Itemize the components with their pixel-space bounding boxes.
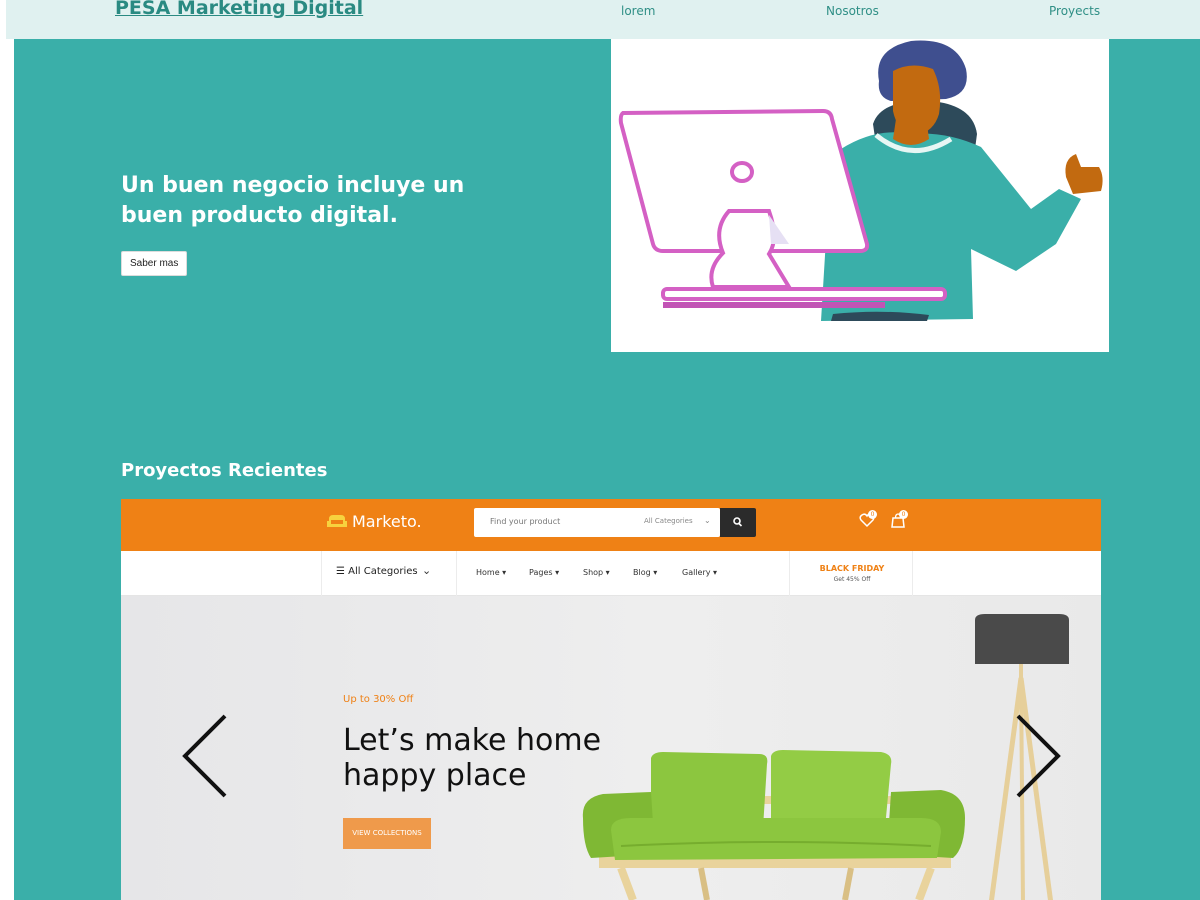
promo-subtitle: Get 45% Off — [833, 576, 871, 583]
nav-link-nosotros[interactable]: Nosotros — [826, 4, 879, 18]
marketo-menu-shop[interactable]: Shop ▾ — [583, 568, 610, 577]
menu-list-icon: ☰ — [336, 566, 349, 577]
marketo-search-placeholder: Find your product — [490, 517, 561, 526]
arrow-right-icon[interactable] — [1014, 714, 1062, 798]
saber-mas-button[interactable]: Saber mas — [121, 251, 188, 276]
green-sofa-image — [582, 750, 965, 900]
black-friday-promo[interactable]: BLACK FRIDAY Get 45% Off — [789, 551, 913, 596]
chevron-down-icon: ⌄ — [422, 564, 432, 577]
person-at-computer-illustration — [618, 40, 1103, 321]
marketo-search-button[interactable] — [720, 508, 756, 537]
marketo-nav: ☰ All Categories ⌄ Home ▾ Pages ▾ Shop ▾… — [121, 551, 1101, 596]
marketo-menu-pages[interactable]: Pages ▾ — [529, 568, 559, 577]
hero-title: Un buen negocio incluye un buen producto… — [121, 173, 465, 228]
marketo-cart[interactable]: 0 — [890, 510, 908, 532]
chevron-down-icon: ⌄ — [704, 516, 711, 525]
wishlist-count: 0 — [868, 510, 877, 519]
offer-text: Up to 30% Off — [343, 694, 414, 705]
marketo-wishlist[interactable]: 0 — [859, 510, 877, 532]
nav-link-lorem[interactable]: lorem — [621, 4, 655, 18]
nav-link-proyects[interactable]: Proyects — [1049, 4, 1100, 18]
projects-heading: Proyectos Recientes — [121, 460, 328, 481]
sofa-logo-icon — [326, 513, 348, 533]
marketo-menu-home[interactable]: Home ▾ — [476, 568, 506, 577]
all-categories-label: ☰ All Categories — [336, 566, 418, 577]
marketo-all-categories[interactable]: ☰ All Categories ⌄ — [321, 551, 457, 596]
marketo-logo[interactable]: Marketo. — [326, 512, 422, 533]
top-navigation: PESA Marketing Digital lorem Nosotros Pr… — [6, 0, 1200, 39]
marketo-search-input[interactable]: Find your product All Categories ⌄ — [474, 508, 720, 537]
marketo-menu-blog[interactable]: Blog ▾ — [633, 568, 657, 577]
marketo-search-category[interactable]: All Categories — [644, 517, 693, 525]
marketo-hero-banner: Up to 30% Off Let’s make home happy plac… — [121, 596, 1101, 900]
search-icon — [733, 517, 743, 527]
marketo-header: Marketo. Find your product All Categorie… — [121, 499, 1101, 551]
brand-link[interactable]: PESA Marketing Digital — [115, 0, 363, 19]
marketo-menu-gallery[interactable]: Gallery ▾ — [682, 568, 717, 577]
marketo-logo-text: Marketo. — [352, 512, 422, 531]
promo-title: BLACK FRIDAY — [819, 564, 885, 573]
arrow-left-icon[interactable] — [181, 714, 229, 798]
hero-illustration — [611, 39, 1109, 352]
main-content: Un buen negocio incluye un buen producto… — [14, 39, 1200, 900]
view-collections-button[interactable]: VIEW COLLECTIONS — [343, 818, 431, 849]
project-preview-marketo[interactable]: Marketo. Find your product All Categorie… — [121, 499, 1101, 900]
cart-count: 0 — [899, 510, 908, 519]
